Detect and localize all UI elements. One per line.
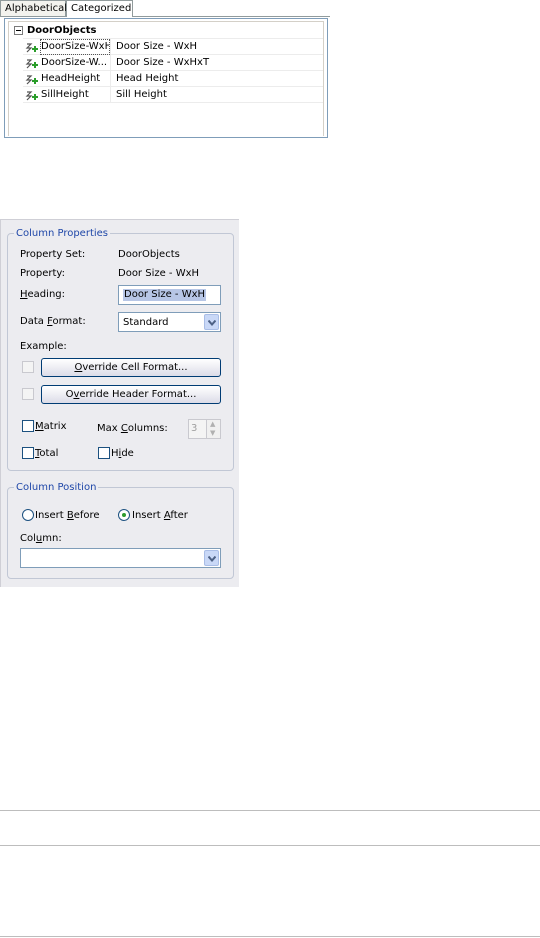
override-header-checkbox[interactable] — [22, 388, 34, 400]
tree-row-value: Head Height — [116, 73, 179, 84]
tree-row-name: DoorSize-W... — [41, 57, 108, 68]
tree-row[interactable]: SillHeight Sill Height — [23, 87, 323, 103]
tree-row[interactable]: HeadHeight Head Height — [23, 71, 323, 87]
collapse-icon[interactable] — [14, 26, 23, 35]
tree-row-name: DoorSize-WxH — [40, 39, 110, 55]
heading-label: Heading: — [20, 289, 65, 300]
tree-group-label: DoorObjects — [27, 25, 97, 36]
tree-row[interactable]: DoorSize-WxH Door Size - WxH — [23, 39, 323, 55]
hide-checkbox[interactable] — [98, 447, 110, 459]
data-format-select[interactable]: Standard — [118, 312, 221, 332]
property-add-icon — [25, 59, 38, 69]
tab-divider — [0, 16, 330, 17]
override-header-format-button[interactable]: Override Header Format... — [41, 385, 221, 404]
max-columns-label: Max Columns: — [97, 423, 168, 434]
data-format-label: Data Format: — [20, 316, 86, 327]
insert-after-radio[interactable] — [118, 509, 130, 521]
tree-row-value: Door Size - WxH — [116, 41, 198, 52]
tree-row-name: HeadHeight — [41, 73, 101, 84]
divider — [0, 810, 540, 811]
tab-bar: Alphabetical Categorized — [0, 0, 330, 17]
column-position-group: Column Position Insert Before Insert Aft… — [7, 481, 234, 579]
group-title: Column Properties — [14, 227, 111, 240]
total-label: Total — [35, 448, 59, 459]
chevron-down-icon[interactable] — [204, 314, 219, 330]
group-title: Column Position — [14, 481, 99, 494]
column-label: Column: — [20, 533, 62, 544]
divider — [0, 845, 540, 846]
property-label: Property: — [20, 268, 65, 279]
column-properties-panel: Column Properties Property Set: DoorObje… — [0, 219, 239, 587]
divider — [0, 936, 540, 937]
total-checkbox[interactable] — [22, 447, 34, 459]
tree-row-value: Sill Height — [116, 89, 167, 100]
heading-input[interactable]: Door Size - WxH — [118, 285, 221, 305]
hide-label: Hide — [111, 448, 134, 459]
tree-row-value: Door Size - WxHxT — [116, 57, 210, 68]
property-add-icon — [25, 43, 38, 53]
property-add-icon — [25, 91, 38, 101]
max-columns-value: 3 — [191, 423, 198, 434]
column-properties-group: Column Properties Property Set: DoorObje… — [7, 227, 234, 471]
matrix-label: Matrix — [35, 421, 67, 432]
matrix-checkbox[interactable] — [22, 420, 34, 432]
example-label: Example: — [20, 341, 67, 352]
heading-input-value: Door Size - WxH — [123, 289, 207, 301]
stepper-arrows-icon[interactable]: ▲ ▼ — [206, 420, 220, 438]
property-value: Door Size - WxH — [118, 268, 200, 279]
tree-row[interactable]: DoorSize-W... Door Size - WxHxT — [23, 55, 323, 71]
insert-before-label: Insert Before — [35, 510, 100, 521]
chevron-down-icon[interactable] — [204, 550, 219, 566]
override-cell-format-button[interactable]: Override Cell Format... — [41, 358, 221, 377]
insert-before-radio[interactable] — [22, 509, 34, 521]
property-set-value: DoorObjects — [118, 249, 180, 260]
property-set-label: Property Set: — [20, 249, 86, 260]
data-format-value: Standard — [123, 317, 169, 328]
insert-after-label: Insert After — [132, 510, 188, 521]
tab-categorized[interactable]: Categorized — [66, 0, 133, 17]
property-add-icon — [25, 75, 38, 85]
column-select[interactable] — [20, 548, 221, 568]
tree-row-name: SillHeight — [41, 89, 89, 100]
tab-alphabetical[interactable]: Alphabetical — [0, 0, 67, 16]
override-cell-checkbox[interactable] — [22, 361, 34, 373]
max-columns-stepper[interactable]: 3 ▲ ▼ — [188, 419, 221, 439]
